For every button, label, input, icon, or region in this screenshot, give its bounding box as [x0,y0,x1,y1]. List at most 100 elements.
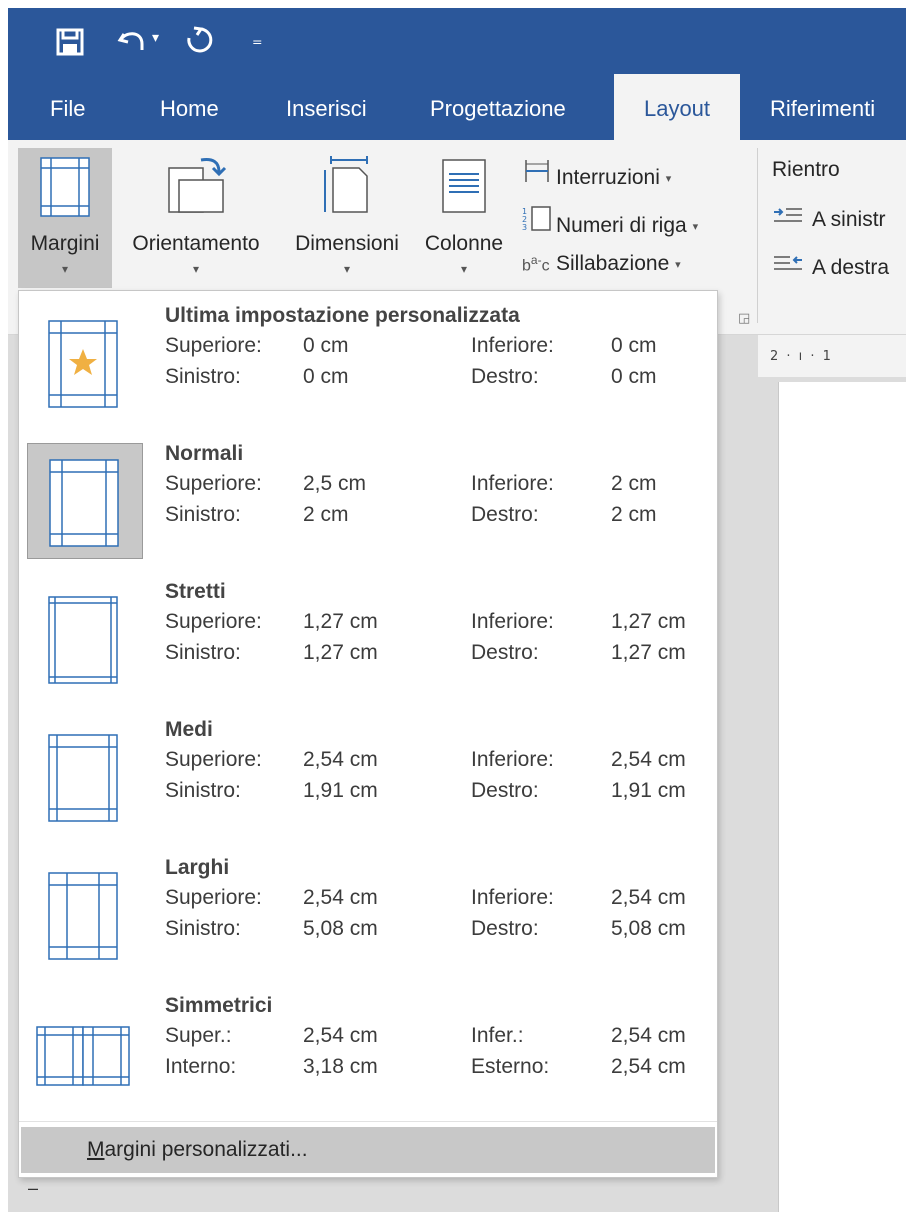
value-destro: 2 cm [611,503,657,526]
label-destro: Destro: [471,779,539,802]
a-destra-label: A destra [812,256,890,279]
margin-option-ultima[interactable]: Ultima impostazione personalizzata Super… [27,297,713,423]
value-superiore: 2,5 cm [303,472,367,495]
undo-dropdown-icon[interactable]: ▾ [152,30,159,44]
save-icon[interactable] [56,28,84,62]
tab-progettazione[interactable]: Progettazione [430,74,566,140]
value-superiore: 1,27 cm [303,610,378,633]
margin-option-stretti[interactable]: Stretti Superiore: 1,27 cm Inferiore: 1,… [27,573,713,699]
value-superiore: 2,54 cm [303,1024,378,1047]
tab-layout[interactable]: Layout [614,74,740,140]
value-inferiore: 0 cm [611,334,657,357]
label-destro: Destro: [471,641,539,664]
title-bar: ▾ ₌ [8,8,906,74]
thumb-wrap [27,719,143,835]
option-row: Sinistro: 1,27 cm Destro: 1,27 cm [165,638,725,669]
value-interno: 3,18 cm [303,1055,378,1078]
label-sinistro: Sinistro: [165,779,241,802]
label-inferiore: Inferiore: [471,610,554,633]
tab-file[interactable]: File [50,74,85,140]
value-sinistro: 1,27 cm [303,641,378,664]
chevron-down-icon: ▾ [343,262,351,276]
value-destro: 1,27 cm [611,641,686,664]
interruzioni-button[interactable]: Interruzioni ▾ [522,158,671,190]
label-sinistro: Sinistro: [165,503,241,526]
label-inferiore: Infer.: [471,1024,524,1047]
numeri-riga-label: Numeri di riga [556,214,687,237]
margin-option-normali[interactable]: Normali Superiore: 2,5 cm Inferiore: 2 c… [27,435,713,561]
thumb-wrap [27,995,143,1111]
rientro-destra-field[interactable]: A destra [772,254,889,280]
option-title: Ultima impostazione personalizzata [165,304,520,327]
value-superiore: 2,54 cm [303,886,378,909]
value-sinistro: 0 cm [303,365,349,388]
option-row: Sinistro: 5,08 cm Destro: 5,08 cm [165,914,725,945]
value-sinistro: 1,91 cm [303,779,378,802]
narrow-margins-icon [48,596,118,684]
undo-icon[interactable] [116,24,148,62]
normal-margins-icon [49,459,119,547]
dimensioni-label: Dimensioni [295,232,399,255]
dimensioni-button[interactable]: Dimensioni ▾ [282,148,412,288]
customize-qat-icon[interactable]: ₌ [252,30,263,50]
label-inferiore: Inferiore: [471,886,554,909]
chevron-down-icon: ▾ [192,262,200,276]
margins-dropdown: Ultima impostazione personalizzata Super… [18,290,718,1178]
margin-option-simmetrici[interactable]: Simmetrici Super.: 2,54 cm Infer.: 2,54 … [27,987,713,1113]
tab-riferimenti[interactable]: Riferimenti [770,74,875,140]
value-inferiore: 2,54 cm [611,886,686,909]
redo-icon[interactable] [184,24,214,62]
option-row: Sinistro: 1,91 cm Destro: 1,91 cm [165,776,725,807]
label-destro: Destro: [471,365,539,388]
custom-margin-star-icon [48,320,118,408]
label-superiore: Superiore: [165,334,262,357]
rientro-sinistra-field[interactable]: A sinistr [772,206,886,232]
svg-text:3: 3 [522,223,527,232]
option-row: Superiore: 2,54 cm Inferiore: 2,54 cm [165,745,725,776]
margini-button[interactable]: Margini ▾ [18,148,112,288]
dialog-launcher-icon[interactable]: ◲ [738,310,750,326]
a-sinistra-label: A sinistr [812,208,886,231]
margin-option-larghi[interactable]: Larghi Superiore: 2,54 cm Inferiore: 2,5… [27,849,713,975]
thumb-wrap [27,305,143,421]
option-row: Super.: 2,54 cm Infer.: 2,54 cm [165,1021,725,1052]
breaks-icon [522,158,556,190]
sillabazione-button[interactable]: ba-c Sillabazione ▾ [522,252,681,276]
value-esterno: 2,54 cm [611,1055,686,1078]
mirrored-margins-icon [36,1026,130,1086]
document-page[interactable] [778,382,906,1212]
option-row: Interno: 3,18 cm Esterno: 2,54 cm [165,1052,725,1083]
tab-home[interactable]: Home [160,74,219,140]
custom-margins-mnemonic: M [87,1138,105,1161]
label-destro: Destro: [471,917,539,940]
orientamento-button[interactable]: Orientamento ▾ [116,148,276,288]
horizontal-ruler[interactable]: 2 · ı · 1 [758,335,906,377]
numeri-riga-button[interactable]: 123 Numeri di riga ▾ [522,204,698,238]
interruzioni-label: Interruzioni [556,166,660,189]
value-inferiore: 2 cm [611,472,657,495]
indent-right-icon [772,254,812,280]
menu-separator [19,1121,717,1122]
thumb-wrap [27,443,143,559]
option-row: Superiore: 0 cm Inferiore: 0 cm [165,331,725,362]
option-title: Normali [165,442,244,465]
option-row: Superiore: 2,5 cm Inferiore: 2 cm [165,469,725,500]
label-superiore: Superiore: [165,472,262,495]
custom-margins-button[interactable]: Margini personalizzati... [21,1127,715,1173]
wide-margins-icon [48,872,118,960]
option-title: Simmetrici [165,994,273,1017]
option-title: Medi [165,718,213,741]
label-inferiore: Inferiore: [471,334,554,357]
value-destro: 5,08 cm [611,917,686,940]
option-title: Stretti [165,580,226,603]
tab-inserisci[interactable]: Inserisci [286,74,367,140]
moderate-margins-icon [48,734,118,822]
label-destro: Destro: [471,503,539,526]
colonne-button[interactable]: Colonne ▾ [414,148,514,288]
label-superiore: Super.: [165,1024,232,1047]
value-sinistro: 2 cm [303,503,349,526]
option-row: Superiore: 2,54 cm Inferiore: 2,54 cm [165,883,725,914]
value-inferiore: 2,54 cm [611,748,686,771]
margin-option-medi[interactable]: Medi Superiore: 2,54 cm Inferiore: 2,54 … [27,711,713,837]
group-separator [757,148,758,323]
